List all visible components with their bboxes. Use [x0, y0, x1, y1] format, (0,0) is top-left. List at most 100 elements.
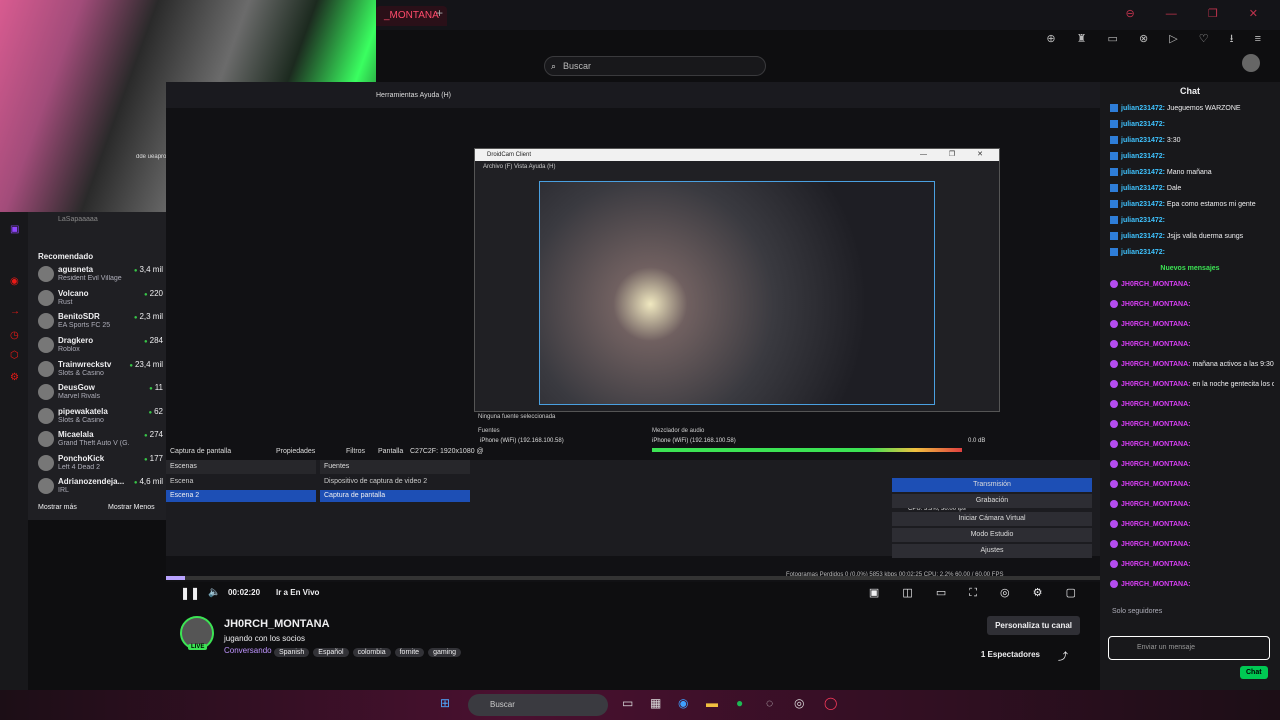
chat-username[interactable]: JH0RCH_MONTANA: [1121, 401, 1190, 408]
chat-username[interactable]: julian231472: [1121, 249, 1165, 256]
store-icon[interactable]: ▦ [650, 696, 661, 710]
new-tab-icon[interactable]: + [436, 6, 443, 20]
settings-button[interactable]: Ajustes [892, 544, 1092, 558]
sidebar-channel[interactable]: MicaelalaGrand Theft Auto V (G... 274 [38, 429, 163, 451]
spotify-icon[interactable]: ● [736, 696, 743, 710]
badge-icon [1110, 184, 1118, 192]
chat-username[interactable]: JH0RCH_MONTANA: [1121, 501, 1190, 508]
chat-username[interactable]: julian231472: [1121, 105, 1165, 112]
badge-icon [1110, 120, 1118, 128]
tag[interactable]: colombia [352, 648, 391, 657]
opera-icon[interactable]: ◯ [824, 696, 837, 710]
chat-username[interactable]: julian231472: [1121, 153, 1165, 160]
record-button[interactable]: Grabación [892, 494, 1092, 508]
browser-toolbar-icons[interactable]: ⊕ ♜ ▭ ⊗ ▷ ♡ ⭳ ≡ [1046, 30, 1270, 49]
sidebar-channel[interactable]: PonchoKickLeft 4 Dead 2 177 [38, 453, 163, 475]
tag[interactable]: Spanish [274, 648, 310, 657]
app-icon[interactable]: ◌ [766, 696, 773, 710]
user-avatar[interactable] [1242, 54, 1260, 72]
filters-button[interactable]: Filtros [346, 448, 365, 455]
chat-username[interactable]: JH0RCH_MONTANA: [1121, 421, 1190, 428]
share-icon[interactable]: ⤴ [1058, 648, 1068, 663]
windows-start-icon[interactable]: ⊞ [440, 696, 450, 710]
chat-username[interactable]: julian231472: [1121, 233, 1165, 240]
chat-username[interactable]: JH0RCH_MONTANA: [1121, 461, 1190, 468]
show-less-link[interactable]: Mostrar Menos [108, 504, 155, 511]
tag[interactable]: fornite [394, 648, 425, 657]
chat-username[interactable]: julian231472: [1121, 137, 1165, 144]
chat-message: JH0RCH_MONTANA: [1110, 480, 1274, 488]
volume-icon[interactable]: 🔈 [208, 587, 220, 598]
badge-icon [1110, 248, 1118, 256]
video-player[interactable]: Herramientas Ayuda (H) DroidCam Client — … [166, 82, 1100, 582]
tag[interactable]: Español [313, 648, 349, 657]
taskbar-search[interactable]: Buscar [468, 694, 608, 716]
sidebar-channel[interactable]: Adrianozendeja...IRL 4,6 mil [38, 476, 163, 498]
chat-input[interactable]: Enviar un mensaje [1108, 636, 1270, 660]
stream-category[interactable]: Conversando [224, 646, 272, 655]
arrow-icon[interactable]: → [10, 306, 20, 317]
sidebar-channel[interactable]: agusnetaResident Evil Village 3,4 mil [38, 264, 163, 286]
shield-icon[interactable]: ⬡ [10, 350, 19, 361]
clock-icon[interactable]: ◷ [10, 330, 19, 341]
record-icon[interactable]: ◉ [10, 276, 19, 287]
sidebar-channel[interactable]: VolcanoRust 220 [38, 288, 163, 310]
virtual-cam-button[interactable]: Iniciar Cámara Virtual [892, 512, 1092, 526]
chat-username[interactable]: JH0RCH_MONTANA: [1121, 321, 1190, 328]
chat-username[interactable]: JH0RCH_MONTANA: [1121, 341, 1190, 348]
chat-username[interactable]: julian231472: [1121, 121, 1165, 128]
sidebar-channel[interactable]: DragkeroRoblox 284 [38, 335, 163, 357]
player-right-icons[interactable]: ▣ ◫ ▭ ⛶ ◎ ⚙ ▢ [869, 586, 1086, 600]
chat-username[interactable]: JH0RCH_MONTANA: [1121, 581, 1190, 588]
sidebar-channel[interactable]: pipewakatelaSlots & Casino 62 [38, 406, 163, 428]
window-controls[interactable]: — ❐ ✕ [920, 149, 993, 161]
chat-message: JH0RCH_MONTANA: [1110, 540, 1274, 548]
chat-username[interactable]: JH0RCH_MONTANA: [1121, 361, 1190, 368]
source-row[interactable]: Dispositivo de captura de video 2 [320, 476, 470, 488]
gear-icon[interactable]: ⚙ [10, 372, 19, 383]
chat-username[interactable]: julian231472: [1121, 185, 1165, 192]
taskview-icon[interactable]: ▭ [622, 696, 633, 710]
chat-username[interactable]: JH0RCH_MONTANA: [1121, 561, 1190, 568]
sidebar-channel[interactable]: TrainwreckstvSlots & Casino 23,4 mil [38, 359, 163, 381]
channel-game: Rust [58, 299, 73, 306]
chat-username[interactable]: julian231472: [1121, 201, 1165, 208]
streamer-name[interactable]: JH0RCH_MONTANA [224, 618, 330, 630]
properties-button[interactable]: Propiedades [276, 448, 315, 455]
chat-username[interactable]: JH0RCH_MONTANA: [1121, 521, 1190, 528]
chat-username[interactable]: JH0RCH_MONTANA: [1121, 441, 1190, 448]
source-row-selected[interactable]: Captura de pantalla [320, 490, 470, 502]
chat-username[interactable]: JH0RCH_MONTANA: [1121, 481, 1190, 488]
tag[interactable]: gaming [428, 648, 462, 657]
show-more-link[interactable]: Mostrar más [38, 504, 77, 511]
customize-channel-button[interactable]: Personaliza tu canal [987, 616, 1080, 635]
badge-icon [1110, 168, 1118, 176]
video-progress-bar[interactable] [166, 576, 1100, 580]
chat-username[interactable]: julian231472: [1121, 217, 1165, 224]
chat-username[interactable]: JH0RCH_MONTANA: [1121, 281, 1190, 288]
folder-icon[interactable]: ▬ [706, 696, 718, 710]
twitch-icon[interactable]: ▣ [10, 224, 19, 235]
scene-item[interactable]: Escena [166, 476, 316, 488]
chat-username[interactable]: JH0RCH_MONTANA: [1121, 541, 1190, 548]
chat-username[interactable]: julian231472: [1121, 169, 1165, 176]
search-input[interactable]: ⌕ Buscar [544, 56, 766, 76]
scene-item-selected[interactable]: Escena 2 [166, 490, 316, 502]
obs-icon[interactable]: ◎ [794, 696, 804, 710]
chat-username[interactable]: JH0RCH_MONTANA: [1121, 301, 1190, 308]
stream-button[interactable]: Transmisión [892, 478, 1092, 492]
studio-mode-button[interactable]: Modo Estudio [892, 528, 1092, 542]
sidebar-channel[interactable]: BenitoSDREA Sports FC 25 2,3 mil [38, 311, 163, 333]
chat-text: Mano mañana [1166, 168, 1212, 176]
channel-game: Grand Theft Auto V (G... [58, 440, 130, 447]
sidebar-channel[interactable]: DeusGowMarvel Rivals 11 [38, 382, 163, 404]
pause-icon[interactable]: ❚❚ [180, 586, 200, 600]
chat-message: julian231472: Jueguemos WARZONE [1110, 104, 1274, 112]
chat-username[interactable]: JH0RCH_MONTANA: [1121, 381, 1190, 388]
badge-icon [1110, 400, 1118, 408]
window-controls[interactable]: ⊖ — ❐ ✕ [1126, 7, 1272, 20]
chat-send-button[interactable]: Chat [1240, 666, 1268, 679]
go-live-button[interactable]: Ir a En Vivo [276, 588, 319, 597]
edge-icon[interactable]: ◉ [678, 696, 688, 710]
chat-message: JH0RCH_MONTANA: [1110, 420, 1274, 428]
